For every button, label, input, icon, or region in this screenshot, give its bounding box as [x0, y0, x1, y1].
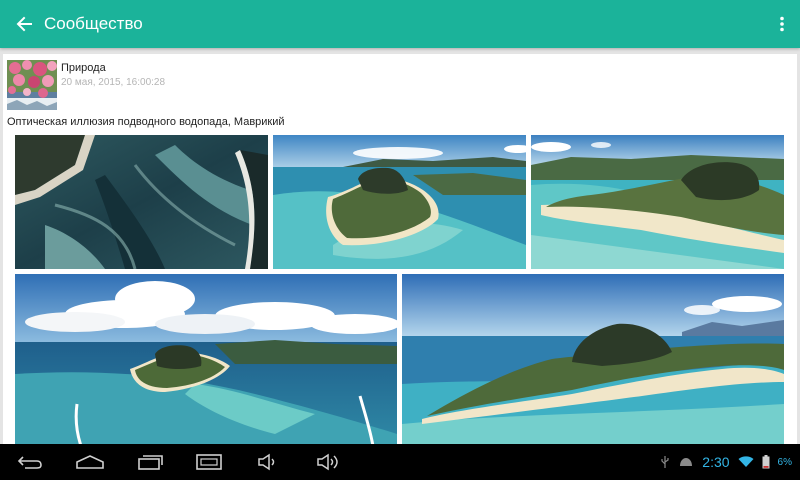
battery-percentage: 6%: [777, 456, 792, 468]
photo-2[interactable]: [273, 135, 526, 269]
back-button[interactable]: [0, 0, 48, 48]
flowers-avatar-image: [7, 60, 57, 110]
post-date: 20 мая, 2015, 16:00:28: [61, 77, 166, 88]
home-icon: [76, 455, 104, 469]
nav-recent-apps-button[interactable]: [136, 450, 166, 474]
page-title: Сообщество: [44, 14, 143, 33]
le-morne-aerial-image-3: [15, 274, 397, 444]
more-vertical-icon: [780, 16, 784, 32]
photo-5[interactable]: [402, 274, 784, 444]
post-caption: Оптическая иллюзия подводного водопада, …: [7, 116, 285, 128]
photo-1[interactable]: [15, 135, 268, 269]
le-morne-aerial-image-1: [273, 135, 526, 269]
battery-icon: [762, 455, 770, 469]
arrow-left-icon: [16, 16, 32, 32]
app-bar: Сообщество: [0, 0, 800, 48]
post-card: Природа 20 мая, 2015, 16:00:28 Оптическа…: [3, 54, 797, 444]
volume-down-icon: [258, 453, 275, 471]
android-icon: [680, 458, 693, 466]
nav-screenshot-button[interactable]: [194, 450, 224, 474]
recent-apps-icon: [138, 455, 163, 470]
post-author[interactable]: Природа: [61, 62, 106, 74]
screenshot-icon: [196, 454, 222, 470]
photo-4[interactable]: [15, 274, 397, 444]
volume-up-icon: [317, 453, 338, 471]
avatar[interactable]: [7, 60, 57, 110]
nav-back-button[interactable]: [16, 450, 44, 474]
nav-volume-down-button[interactable]: [256, 450, 280, 474]
system-nav-bar: 2:30 6%: [0, 444, 800, 480]
nav-volume-up-button[interactable]: [316, 450, 342, 474]
overflow-menu-button[interactable]: [770, 12, 794, 36]
status-clock: 2:30: [702, 454, 730, 470]
underwater-waterfall-aerial-image: [15, 135, 268, 269]
le-morne-aerial-image-4: [402, 274, 784, 444]
feed[interactable]: Природа 20 мая, 2015, 16:00:28 Оптическа…: [0, 52, 800, 444]
wifi-icon: [738, 456, 754, 467]
nav-home-button[interactable]: [74, 450, 106, 474]
photo-3[interactable]: [531, 135, 784, 269]
le-morne-aerial-image-2: [531, 135, 784, 269]
status-area[interactable]: 2:30 6%: [660, 444, 792, 480]
back-icon: [17, 456, 42, 469]
usb-icon: [661, 456, 669, 468]
